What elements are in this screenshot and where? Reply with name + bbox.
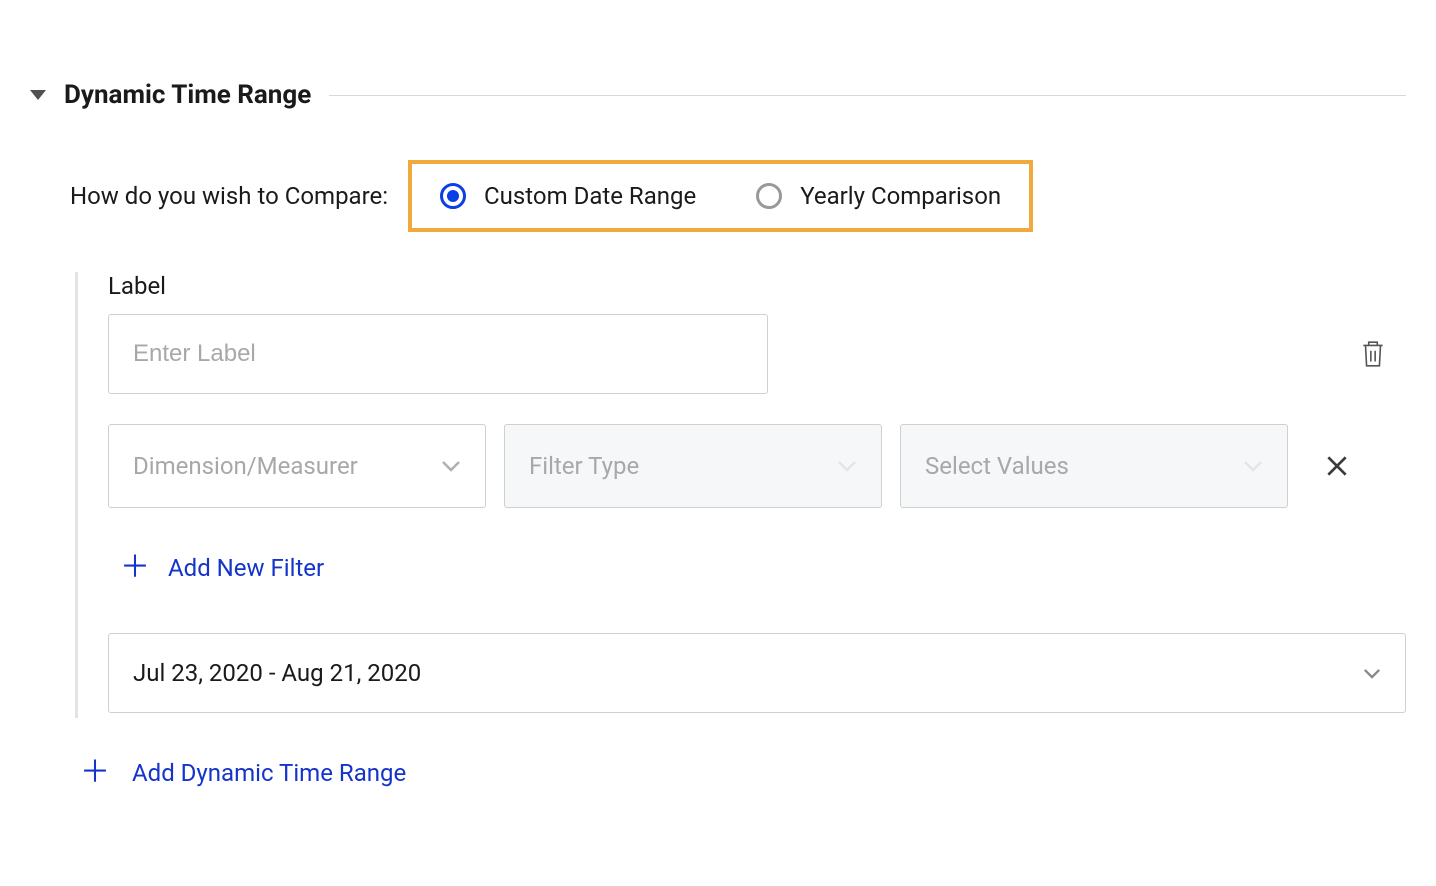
- plus-icon: ＋: [120, 553, 150, 583]
- filter-type-placeholder: Filter Type: [529, 452, 639, 480]
- time-range-body: Label Dimension/Measurer Filter Type: [75, 272, 1406, 718]
- trash-icon: [1360, 339, 1386, 369]
- chevron-down-icon: [1243, 460, 1263, 472]
- chevron-down-icon: [441, 460, 461, 472]
- date-range-value: Jul 23, 2020 - Aug 21, 2020: [133, 659, 421, 687]
- remove-filter-button[interactable]: [1324, 453, 1350, 479]
- date-range-select[interactable]: Jul 23, 2020 - Aug 21, 2020: [108, 633, 1406, 713]
- radio-custom-date-range[interactable]: Custom Date Range: [440, 182, 696, 210]
- compare-label: How do you wish to Compare:: [70, 182, 388, 210]
- chevron-down-icon: [1363, 668, 1381, 679]
- section-title: Dynamic Time Range: [64, 80, 311, 110]
- radio-icon: [756, 183, 782, 209]
- add-dynamic-label: Add Dynamic Time Range: [132, 759, 406, 787]
- radio-yearly-comparison[interactable]: Yearly Comparison: [756, 182, 1001, 210]
- compare-row: How do you wish to Compare: Custom Date …: [70, 160, 1406, 232]
- dimension-placeholder: Dimension/Measurer: [133, 452, 358, 480]
- label-field-group: Label: [108, 272, 1406, 394]
- radio-label: Yearly Comparison: [800, 182, 1001, 210]
- chevron-down-icon: [837, 460, 857, 472]
- add-dynamic-time-range-button[interactable]: ＋ Add Dynamic Time Range: [80, 758, 406, 788]
- section-header: Dynamic Time Range: [30, 80, 1406, 110]
- filter-row: Dimension/Measurer Filter Type Select Va…: [108, 424, 1406, 508]
- section-divider: [329, 95, 1406, 96]
- plus-icon: ＋: [80, 758, 110, 788]
- compare-radio-group: Custom Date Range Yearly Comparison: [408, 160, 1033, 232]
- label-input[interactable]: [108, 314, 768, 394]
- close-icon: [1324, 453, 1350, 479]
- select-values-select[interactable]: Select Values: [900, 424, 1288, 508]
- dimension-select[interactable]: Dimension/Measurer: [108, 424, 486, 508]
- delete-button[interactable]: [1360, 339, 1386, 369]
- radio-icon: [440, 183, 466, 209]
- select-values-placeholder: Select Values: [925, 452, 1069, 480]
- caret-down-icon[interactable]: [30, 90, 46, 100]
- add-filter-label: Add New Filter: [168, 554, 324, 582]
- radio-label: Custom Date Range: [484, 182, 696, 210]
- add-filter-button[interactable]: ＋ Add New Filter: [120, 553, 324, 583]
- label-field-caption: Label: [108, 272, 1406, 300]
- filter-type-select[interactable]: Filter Type: [504, 424, 882, 508]
